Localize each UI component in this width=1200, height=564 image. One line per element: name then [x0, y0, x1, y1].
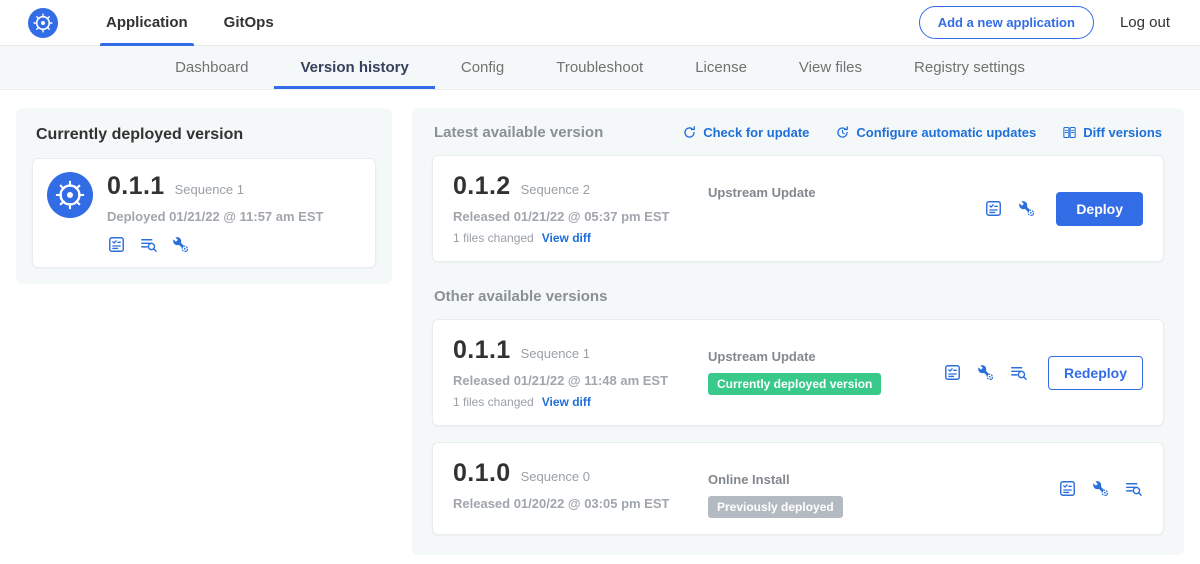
version-source: Online Install Previously deployed — [708, 459, 1058, 518]
version-source: Upstream Update — [708, 172, 984, 200]
config-icon[interactable] — [171, 235, 190, 254]
app-logo-icon — [47, 172, 93, 218]
released-date: Released 01/21/22 @ 11:48 am EST — [453, 373, 708, 388]
deployed-actions — [107, 235, 323, 254]
files-changed-row: 1 files changed View diff — [453, 231, 708, 245]
config-icon[interactable] — [1017, 199, 1036, 218]
release-notes-icon[interactable] — [107, 235, 126, 254]
clock-refresh-icon — [835, 125, 850, 140]
diff-versions-link[interactable]: Diff versions — [1062, 125, 1162, 140]
available-versions-panel: Latest available version Check for updat… — [412, 108, 1184, 555]
version-number: 0.1.1 — [453, 336, 511, 365]
sequence-label: Sequence 0 — [521, 469, 590, 484]
source-label: Upstream Update — [708, 185, 984, 200]
deployed-card-body: 0.1.1 Sequence 1 Deployed 01/21/22 @ 11:… — [107, 172, 323, 254]
main-content: Currently deployed version 0.1.1 Sequenc… — [0, 90, 1200, 555]
version-row: 0.1.2 Sequence 2 — [453, 172, 708, 201]
app-subnav: Dashboard Version history Config Trouble… — [0, 46, 1200, 90]
files-changed-label: 1 files changed — [453, 231, 534, 245]
add-application-button[interactable]: Add a new application — [919, 6, 1094, 39]
version-card-0-1-1: 0.1.1 Sequence 1 Released 01/21/22 @ 11:… — [432, 319, 1164, 426]
logs-icon[interactable] — [1124, 479, 1143, 498]
logs-icon[interactable] — [1009, 363, 1028, 382]
check-for-update-label: Check for update — [703, 125, 809, 140]
version-actions — [1058, 479, 1143, 498]
version-card-latest: 0.1.2 Sequence 2 Released 01/21/22 @ 05:… — [432, 155, 1164, 262]
release-notes-icon[interactable] — [984, 199, 1003, 218]
previously-deployed-badge: Previously deployed — [708, 496, 843, 518]
subnav-item-view-files[interactable]: View files — [773, 46, 888, 89]
helm-wheel-icon — [31, 11, 55, 35]
subnav-item-license[interactable]: License — [669, 46, 773, 89]
top-bar: Application GitOps Add a new application… — [0, 0, 1200, 46]
configure-automatic-updates-link[interactable]: Configure automatic updates — [835, 125, 1036, 140]
files-changed-label: 1 files changed — [453, 395, 534, 409]
version-info: 0.1.2 Sequence 2 Released 01/21/22 @ 05:… — [453, 172, 708, 245]
version-number: 0.1.0 — [453, 459, 511, 488]
deployed-panel-title: Currently deployed version — [36, 126, 376, 144]
top-tabs: Application GitOps — [88, 0, 292, 45]
subnav-item-dashboard[interactable]: Dashboard — [149, 46, 274, 89]
refresh-icon — [682, 125, 697, 140]
view-diff-link[interactable]: View diff — [542, 231, 591, 245]
files-changed-row: 1 files changed View diff — [453, 395, 708, 409]
config-icon[interactable] — [1091, 479, 1110, 498]
tab-application[interactable]: Application — [88, 0, 206, 45]
version-info: 0.1.0 Sequence 0 Released 01/20/22 @ 03:… — [453, 459, 708, 511]
deployed-version-card: 0.1.1 Sequence 1 Deployed 01/21/22 @ 11:… — [32, 158, 376, 268]
version-card-0-1-0: 0.1.0 Sequence 0 Released 01/20/22 @ 03:… — [432, 442, 1164, 535]
deployed-sequence-label: Sequence 1 — [175, 182, 244, 197]
kubernetes-logo-icon — [28, 8, 58, 38]
version-actions: Redeploy — [943, 356, 1143, 390]
release-notes-icon[interactable] — [1058, 479, 1077, 498]
subnav-item-version-history[interactable]: Version history — [274, 46, 434, 89]
sequence-label: Sequence 2 — [521, 182, 590, 197]
source-label: Upstream Update — [708, 349, 943, 364]
diff-versions-label: Diff versions — [1083, 125, 1162, 140]
version-number: 0.1.2 — [453, 172, 511, 201]
subnav-item-config[interactable]: Config — [435, 46, 530, 89]
diff-icon — [1062, 125, 1077, 140]
currently-deployed-badge: Currently deployed version — [708, 373, 881, 395]
deploy-button[interactable]: Deploy — [1056, 192, 1143, 226]
release-notes-icon[interactable] — [943, 363, 962, 382]
latest-available-title: Latest available version — [434, 124, 603, 141]
version-actions: Deploy — [984, 192, 1143, 226]
released-date: Released 01/21/22 @ 05:37 pm EST — [453, 209, 708, 224]
top-bar-right: Add a new application Log out — [919, 6, 1170, 39]
other-versions-title: Other available versions — [434, 288, 1162, 305]
view-diff-link[interactable]: View diff — [542, 395, 591, 409]
configure-automatic-updates-label: Configure automatic updates — [856, 125, 1036, 140]
subnav-item-registry-settings[interactable]: Registry settings — [888, 46, 1051, 89]
available-panel-header: Latest available version Check for updat… — [434, 124, 1162, 141]
panel-header-actions: Check for update Configure automatic upd… — [682, 125, 1162, 140]
released-date: Released 01/20/22 @ 03:05 pm EST — [453, 496, 708, 511]
version-source: Upstream Update Currently deployed versi… — [708, 336, 943, 395]
deployed-version-number: 0.1.1 — [107, 172, 165, 201]
version-row: 0.1.0 Sequence 0 — [453, 459, 708, 488]
logout-button[interactable]: Log out — [1120, 14, 1170, 31]
sequence-label: Sequence 1 — [521, 346, 590, 361]
helm-wheel-icon — [52, 177, 88, 213]
source-label: Online Install — [708, 472, 1058, 487]
deployed-date: Deployed 01/21/22 @ 11:57 am EST — [107, 209, 323, 224]
currently-deployed-panel: Currently deployed version 0.1.1 Sequenc… — [16, 108, 392, 284]
redeploy-button[interactable]: Redeploy — [1048, 356, 1143, 390]
logs-icon[interactable] — [139, 235, 158, 254]
check-for-update-link[interactable]: Check for update — [682, 125, 809, 140]
version-row: 0.1.1 Sequence 1 — [453, 336, 708, 365]
config-icon[interactable] — [976, 363, 995, 382]
tab-gitops[interactable]: GitOps — [206, 0, 292, 45]
deployed-version-row: 0.1.1 Sequence 1 — [107, 172, 323, 201]
subnav-item-troubleshoot[interactable]: Troubleshoot — [530, 46, 669, 89]
version-info: 0.1.1 Sequence 1 Released 01/21/22 @ 11:… — [453, 336, 708, 409]
